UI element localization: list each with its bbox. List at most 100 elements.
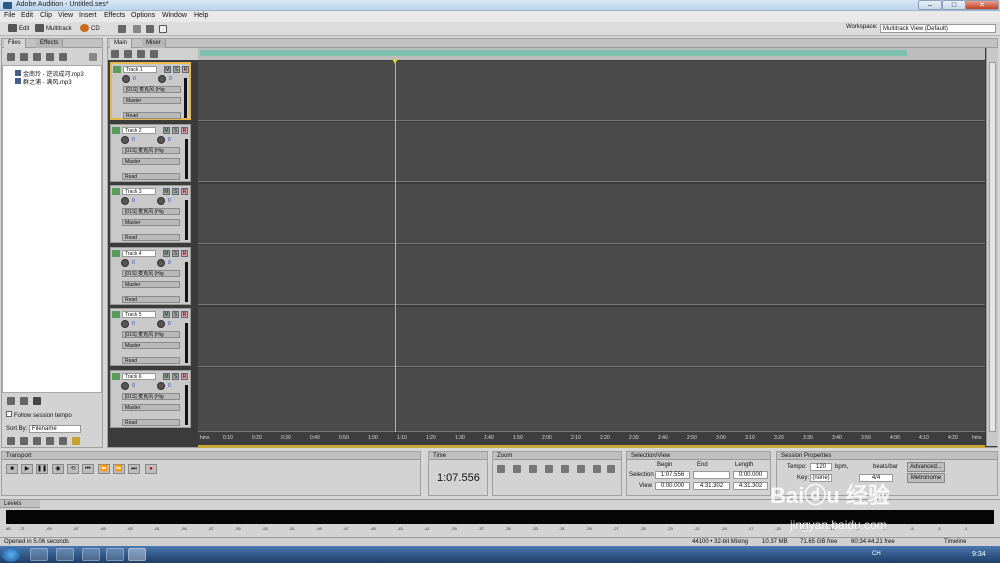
multitrack-view-button[interactable]: Multitrack [33,24,74,34]
mute-button[interactable]: M [163,250,170,257]
track-name-field[interactable]: Track 5 [122,311,156,318]
play-preview-icon[interactable] [33,397,41,405]
menu-edit[interactable]: Edit [21,12,33,19]
mute-button[interactable]: M [163,373,170,380]
play-button[interactable]: ▶ [21,464,33,474]
zoom-in-vertical-icon[interactable] [593,465,601,473]
input-select[interactable]: [01S] 麦克风 (Hig [122,147,180,154]
zoom-in-horizontal-icon[interactable] [497,465,505,473]
horizontal-scrollbar[interactable] [198,445,985,448]
track-header-3[interactable]: Track 3 M S R 0 0 [01S] 麦克风 (Hig Master … [110,185,191,243]
zoom-out-horizontal-icon[interactable] [513,465,521,473]
selection-begin-field[interactable]: 1:07.556 [655,471,690,479]
selection-length-field[interactable]: 0:00.000 [733,471,768,479]
insert-into-multitrack-icon[interactable] [33,53,41,61]
vertical-scrollbar[interactable] [986,48,998,446]
playhead-cursor[interactable] [395,60,396,444]
tab-files[interactable]: Files [4,39,26,48]
mute-button[interactable]: M [163,311,170,318]
timeline-ruler[interactable]: hms 0:10 0:20 0:30 0:40 0:50 1:00 1:10 1… [198,432,985,444]
taskbar-ie-icon[interactable] [30,548,48,561]
close-file-icon[interactable] [20,53,28,61]
track-header-5[interactable]: Track 5 M S R 0 0 [01S] 麦克风 (Hig Master … [110,308,191,366]
scrub-tool-icon[interactable] [159,25,167,33]
loop-icon[interactable] [20,397,28,405]
pan-knob[interactable] [158,75,166,83]
input-select[interactable]: [01S] 麦克风 (Hig [122,208,180,215]
view-begin-field[interactable]: 0:00.000 [655,482,690,490]
automation-mode-select[interactable]: Read [123,112,181,119]
automation-mode-select[interactable]: Read [122,173,180,180]
start-button[interactable] [2,547,20,562]
selection-end-field[interactable] [693,471,730,479]
menu-help[interactable]: Help [194,12,208,19]
track-name-field[interactable]: Track 3 [122,188,156,195]
loop-play-button[interactable]: ⟲ [67,464,79,474]
zoom-left-edge-icon[interactable] [561,465,569,473]
play-from-cursor-button[interactable]: ◉ [52,464,64,474]
track-header-6[interactable]: Track 6 M S R 0 0 [01S] 麦克风 (Hig Master … [110,370,191,428]
input-select[interactable]: [01S] 麦克风 (Hig [122,270,180,277]
show-full-path-icon[interactable] [59,437,67,445]
autoplay-icon[interactable] [7,397,15,405]
input-output-icon[interactable] [111,50,119,58]
output-select[interactable]: Master [122,219,180,226]
show-loops-icon[interactable] [46,437,54,445]
menu-options[interactable]: Options [131,12,155,19]
minimize-button[interactable]: – [918,0,942,10]
output-select[interactable]: Master [122,404,180,411]
menu-clip[interactable]: Clip [40,12,52,19]
menu-insert[interactable]: Insert [79,12,97,19]
pan-knob[interactable] [157,259,165,267]
track-lane-5[interactable] [198,307,985,367]
track-header-2[interactable]: Track 2 M S R 0 0 [01S] 麦克风 (Hig Master … [110,124,191,182]
volume-knob[interactable] [121,197,129,205]
solo-button[interactable]: S [172,250,179,257]
output-select[interactable]: Master [122,158,180,165]
rewind-button[interactable]: ⏪ [98,464,110,474]
solo-button[interactable]: S [172,127,179,134]
overview-range[interactable] [200,50,907,56]
show-midi-icon[interactable] [20,437,28,445]
cd-view-button[interactable]: CD [78,24,102,34]
tab-main[interactable]: Main [110,39,133,48]
menu-file[interactable]: File [4,12,15,19]
track-lane-1[interactable] [198,61,985,121]
volume-knob[interactable] [121,320,129,328]
file-item-2[interactable]: 群之浦 - 满风.mp3 [15,77,72,86]
hybrid-tool-icon[interactable] [146,25,154,33]
sort-by-select[interactable]: Filename [29,425,81,433]
track-header-1[interactable]: Track 1 M S R 0 0 [01S] 麦克风 (Hig Master … [110,62,191,120]
taskbar-folder-icon[interactable] [56,548,74,561]
view-length-field[interactable]: 4:31.302 [733,482,768,490]
zoom-right-edge-icon[interactable] [577,465,585,473]
track-lane-6[interactable] [198,368,985,432]
insert-into-cd-icon[interactable] [46,53,54,61]
panel-options-icon[interactable] [89,53,97,61]
track-header-4[interactable]: Track 4 M S R 0 0 [01S] 麦克风 (Hig Master … [110,247,191,305]
input-select[interactable]: [01S] 麦克风 (Hig [123,86,181,93]
volume-knob[interactable] [121,259,129,267]
effects-icon[interactable] [124,50,132,58]
output-select[interactable]: Master [122,342,180,349]
record-button[interactable]: ● [145,464,157,474]
output-select[interactable]: Master [123,97,181,104]
track-name-field[interactable]: Track 2 [122,127,156,134]
taskbar-explorer-icon[interactable] [82,548,100,561]
zoom-to-selection-icon[interactable] [545,465,553,473]
volume-knob[interactable] [122,75,130,83]
volume-knob[interactable] [121,382,129,390]
show-video-icon[interactable] [33,437,41,445]
record-arm-button[interactable]: R [181,373,188,380]
view-end-field[interactable]: 4:31.302 [693,482,730,490]
mute-button[interactable]: M [163,188,170,195]
automation-mode-select[interactable]: Read [122,296,180,303]
time-selection-tool-icon[interactable] [133,25,141,33]
automation-mode-select[interactable]: Read [122,357,180,364]
stop-button[interactable]: ■ [6,464,18,474]
solo-button[interactable]: S [173,66,180,73]
record-arm-button[interactable]: R [181,127,188,134]
solo-button[interactable]: S [172,373,179,380]
menu-window[interactable]: Window [162,12,187,19]
record-arm-button[interactable]: R [181,311,188,318]
